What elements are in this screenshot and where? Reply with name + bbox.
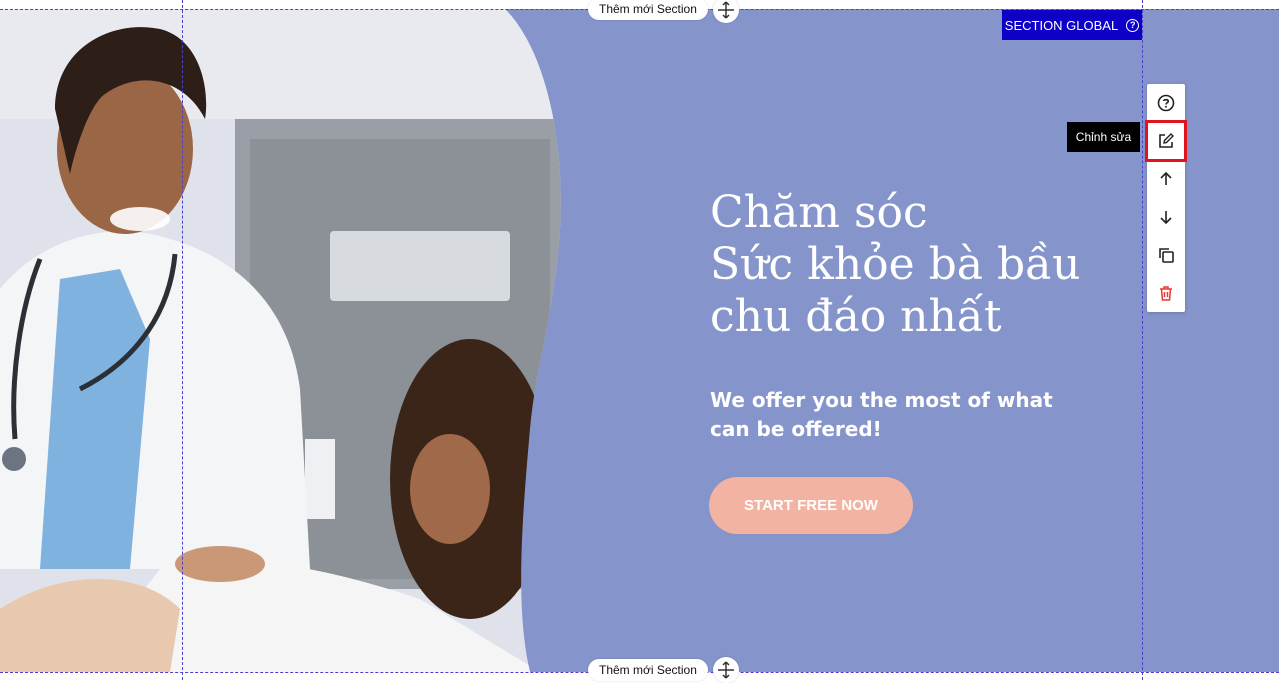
hero-subtitle: We offer you the most of what can be off… <box>710 388 1053 441</box>
add-section-bottom-button[interactable]: Thêm mới Section <box>588 659 708 681</box>
hero-title: Chăm sóc Sức khỏe bà bầu chu đáo nhất <box>710 187 1080 343</box>
section-global-badge[interactable]: SECTION GLOBAL ? <box>1002 10 1142 40</box>
section-global-label: SECTION GLOBAL <box>1004 17 1119 33</box>
move-down-button[interactable] <box>1147 198 1185 236</box>
section-toolbar <box>1145 84 1187 312</box>
help-button[interactable] <box>1147 84 1185 122</box>
hero-photo <box>0 9 561 672</box>
edit-button[interactable] <box>1145 120 1187 162</box>
hero-title-line: chu đáo nhất <box>710 291 1002 342</box>
arrow-down-icon <box>1160 211 1172 225</box>
column-guide-left <box>182 0 183 680</box>
move-icon <box>718 661 734 679</box>
duplicate-button[interactable] <box>1147 236 1185 274</box>
move-up-button[interactable] <box>1147 160 1185 198</box>
help-icon <box>1157 94 1175 112</box>
column-guide-right <box>1142 0 1143 680</box>
help-icon[interactable]: ? <box>1126 18 1140 32</box>
arrow-up-icon <box>1160 171 1172 185</box>
hero-title-line: Chăm sóc <box>710 187 928 238</box>
add-section-top-button[interactable]: Thêm mới Section <box>588 0 708 20</box>
edit-tooltip: Chỉnh sửa <box>1067 122 1140 152</box>
delete-button[interactable] <box>1147 274 1185 312</box>
move-icon <box>718 1 734 19</box>
hero-section: Chăm sóc Sức khỏe bà bầu chu đáo nhất We… <box>0 9 1279 672</box>
duplicate-icon <box>1159 248 1174 263</box>
trash-icon <box>1160 286 1172 301</box>
start-free-now-button[interactable]: START FREE NOW <box>709 477 913 534</box>
move-handle-bottom[interactable] <box>713 657 739 683</box>
hero-title-line: Sức khỏe bà bầu <box>710 239 1081 290</box>
edit-icon <box>1159 133 1174 148</box>
